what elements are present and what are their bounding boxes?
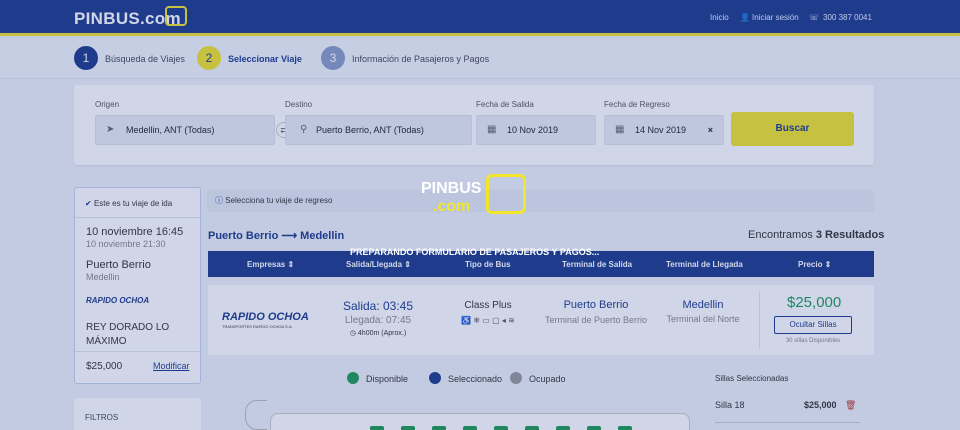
- loading-overlay: PINBUS .com PREPARANDO FORMULARIO DE PAS…: [0, 0, 960, 430]
- overlay-logo-text: PINBUS: [421, 180, 482, 197]
- overlay-logo-sub: .com: [433, 198, 471, 215]
- overlay-logo: PINBUS .com: [421, 180, 481, 216]
- loading-message: PREPARANDO FORMULARIO DE PASAJEROS Y PAG…: [350, 247, 600, 257]
- bus-logo-icon: [486, 174, 526, 214]
